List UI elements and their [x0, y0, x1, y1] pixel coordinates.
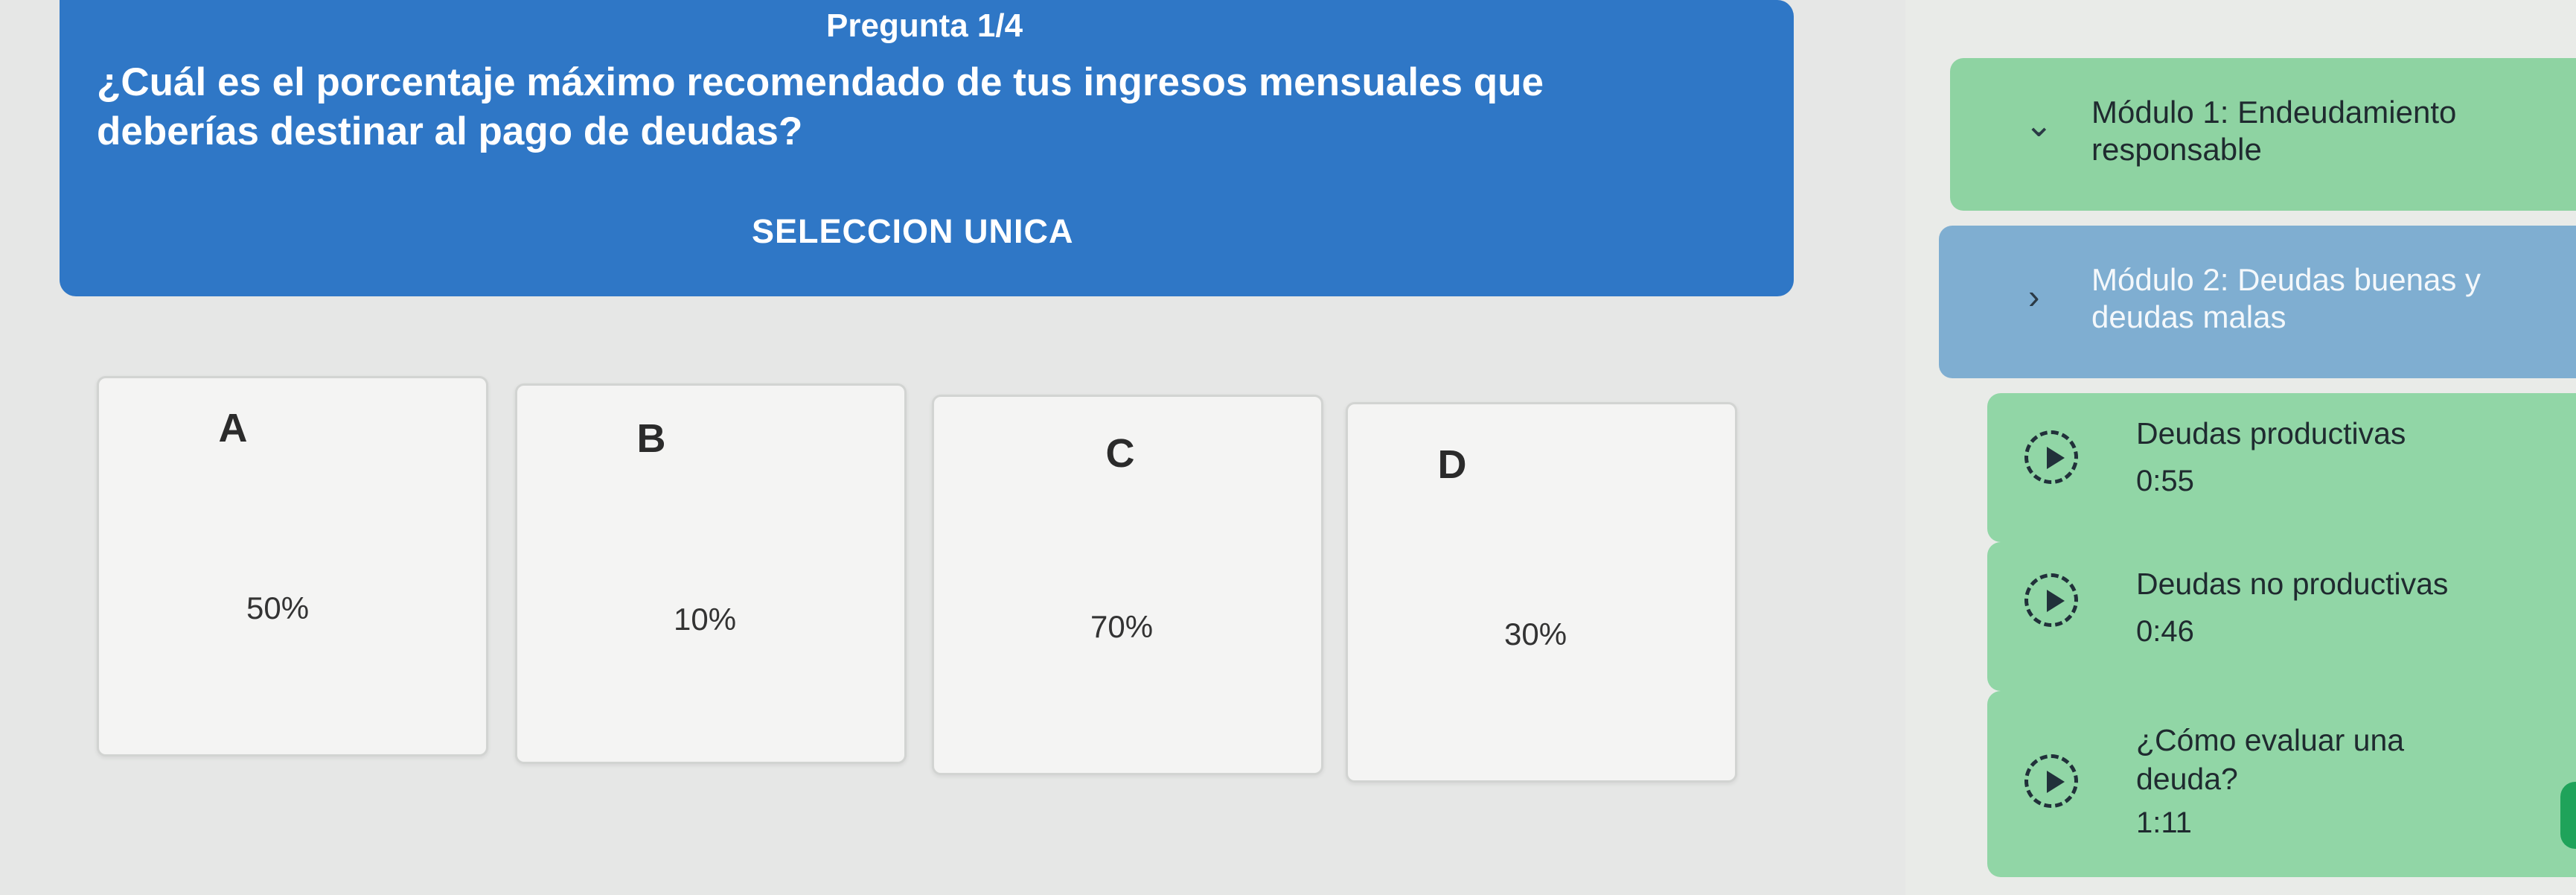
lesson-title: Deudas productivas: [2136, 416, 2406, 450]
question-type-label: SELECCION UNICA: [752, 212, 1074, 250]
option-b-card[interactable]: B 10%: [515, 383, 907, 764]
option-letter: A: [218, 406, 248, 450]
chevron-right-icon: ›: [2028, 277, 2040, 316]
question-text: ¿Cuál es el porcentaje máximo recomendad…: [97, 60, 1544, 153]
lesson-item[interactable]: ¿Cómo evaluar una deuda? 1:11: [1987, 691, 2576, 877]
play-icon: [2024, 430, 2078, 484]
floating-action-edge[interactable]: [2560, 782, 2576, 849]
option-letter: B: [636, 416, 666, 461]
module-title: Módulo 2: Deudas buenas y deudas malas: [2091, 262, 2481, 334]
option-value: 50%: [246, 590, 310, 625]
lesson-duration: 0:46: [2136, 615, 2194, 648]
lesson-item[interactable]: Deudas no productivas 0:46: [1987, 542, 2576, 691]
option-value: 30%: [1504, 617, 1567, 652]
option-value: 70%: [1090, 609, 1154, 644]
option-value: 10%: [674, 602, 737, 637]
lesson-title: ¿Cómo evaluar una deuda?: [2136, 723, 2405, 796]
question-counter: Pregunta 1/4: [826, 7, 1023, 44]
lesson-duration: 0:55: [2136, 465, 2194, 497]
module-2-header[interactable]: › Módulo 2: Deudas buenas y deudas malas: [1939, 226, 2576, 378]
option-a-card[interactable]: A 50%: [97, 376, 488, 757]
module-title: Módulo 1: Endeudamiento responsable: [2091, 95, 2457, 167]
course-sidebar: ⌄ Módulo 1: Endeudamiento responsable › …: [1905, 0, 2576, 895]
chevron-down-icon: ⌄: [2024, 105, 2054, 144]
lesson-title: Deudas no productivas: [2136, 567, 2449, 601]
play-icon: [2024, 573, 2078, 627]
question-card: Pregunta 1/4 ¿Cuál es el porcentaje máxi…: [60, 0, 1794, 296]
module-1-header[interactable]: ⌄ Módulo 1: Endeudamiento responsable: [1950, 58, 2576, 211]
play-icon: [2024, 754, 2078, 808]
option-letter: D: [1437, 442, 1467, 487]
option-letter: C: [1105, 431, 1135, 476]
lesson-item[interactable]: Deudas productivas 0:55: [1987, 393, 2576, 542]
option-d-card[interactable]: D 30%: [1346, 402, 1737, 783]
quiz-area: Pregunta 1/4 ¿Cuál es el porcentaje máxi…: [0, 0, 1905, 895]
lesson-duration: 1:11: [2136, 806, 2192, 839]
